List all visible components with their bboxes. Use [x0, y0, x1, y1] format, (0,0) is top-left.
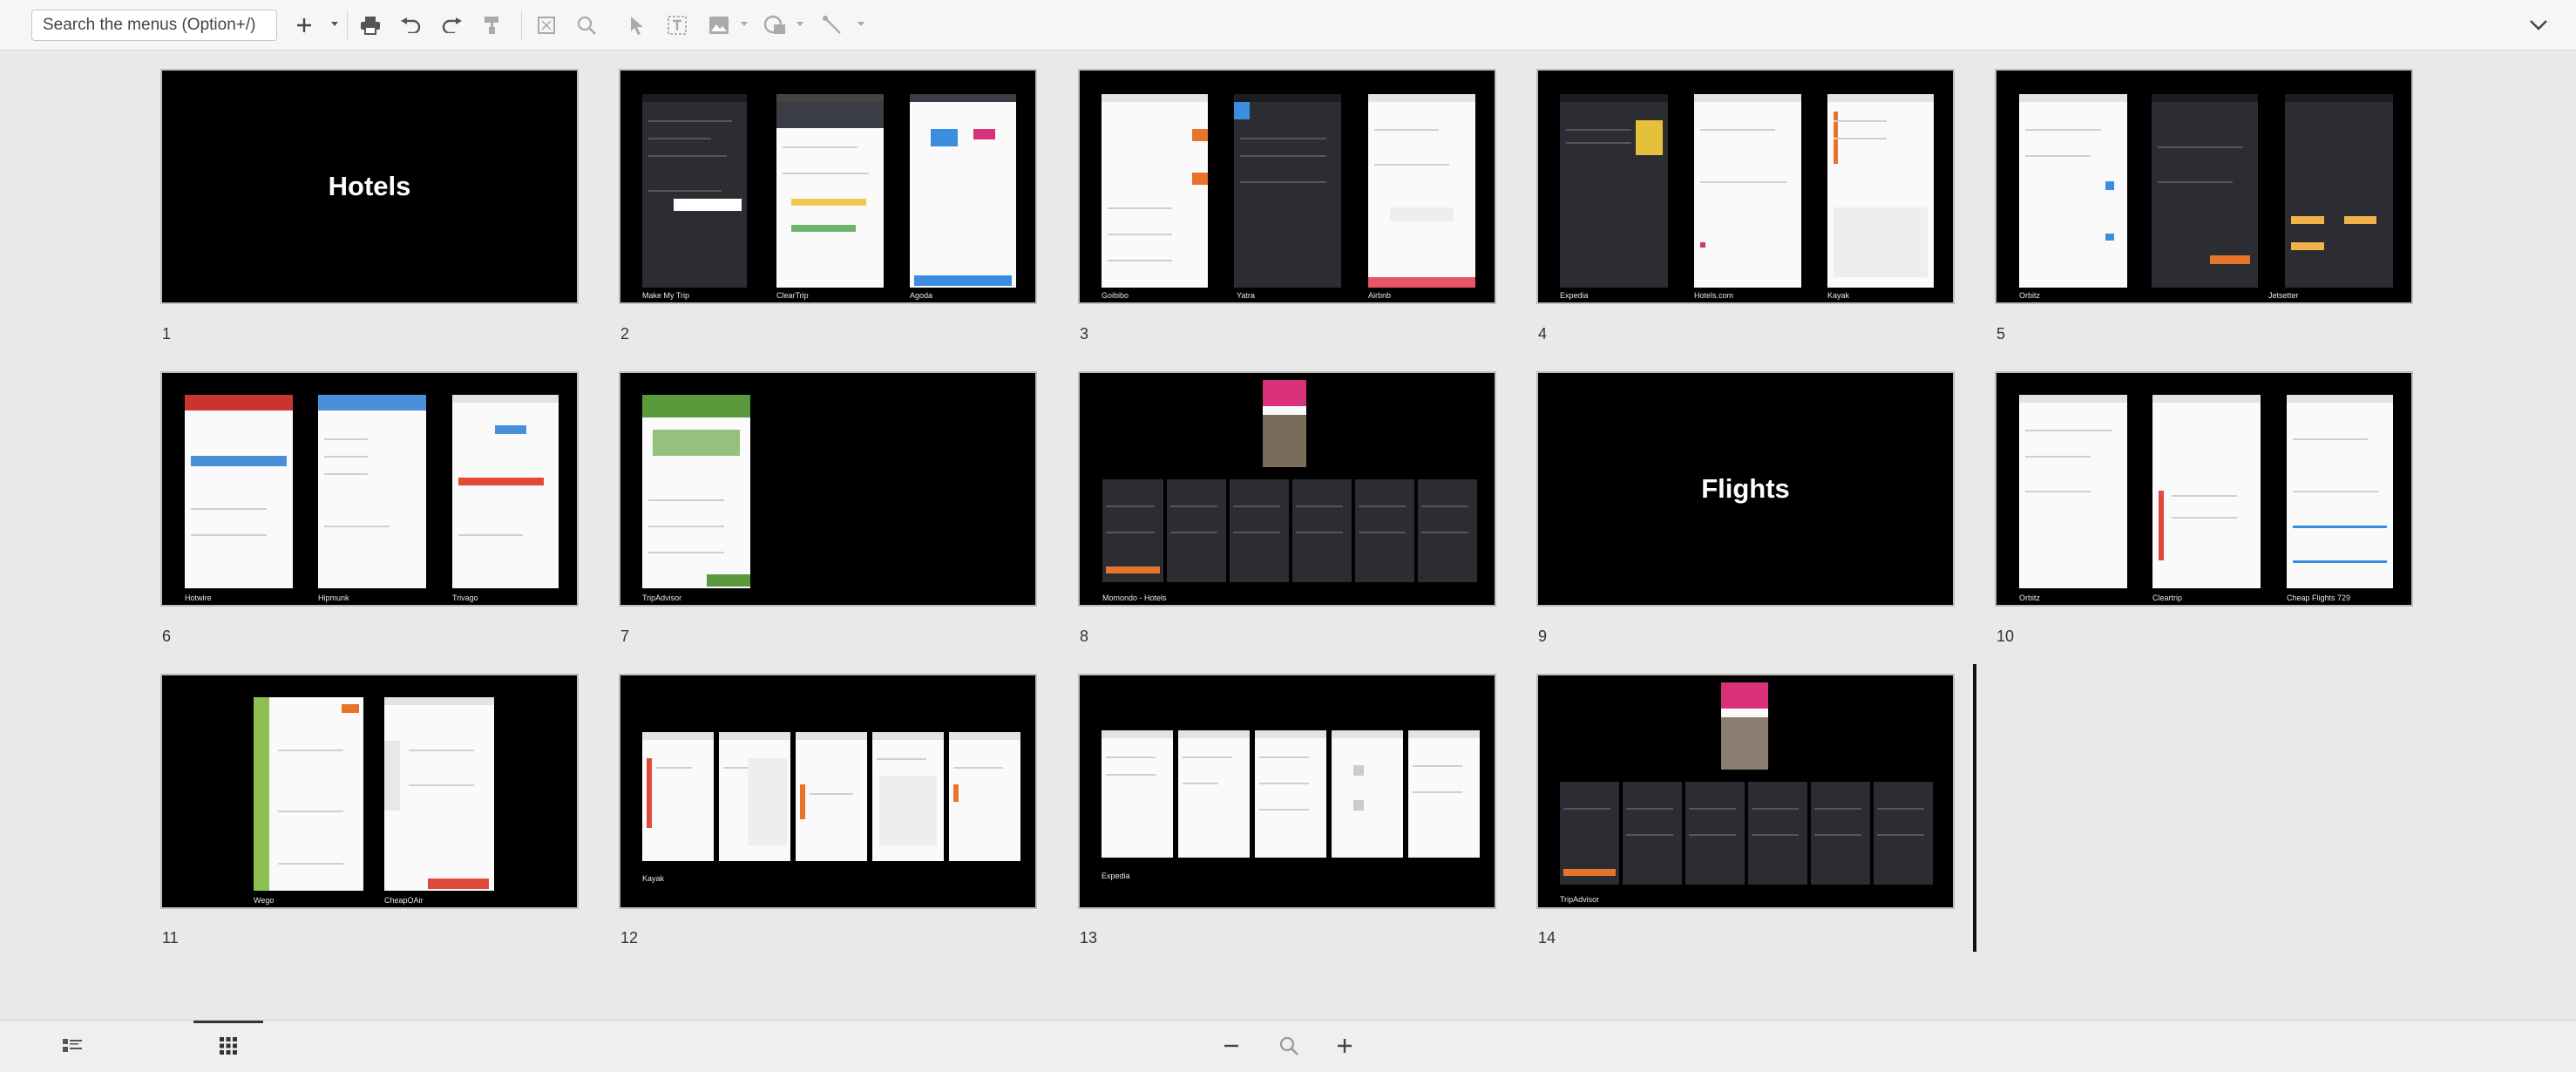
slide-thumbnail[interactable]: Hotwire Hipmunk Trivago [160, 371, 579, 607]
zoom-button[interactable] [572, 8, 601, 43]
slide-title: Flights [1701, 473, 1790, 504]
slide-thumbnail[interactable]: Orbitz Jetsetter [1995, 69, 2413, 304]
slide-caption: Orbitz [2019, 291, 2041, 300]
slide-number: 3 [1080, 325, 1089, 343]
slide-caption: Agoda [910, 291, 933, 300]
slide-caption: Cleartrip [2152, 594, 2183, 602]
slide-number: 5 [1996, 325, 2006, 343]
slide-thumbnail[interactable]: Make My Trip ClearTrip Agoda [619, 69, 1037, 304]
select-button[interactable] [622, 8, 652, 43]
undo-icon [401, 17, 421, 33]
slide-thumbnail[interactable]: Orbitz Cleartrip Cheap Flights 729 [1995, 371, 2413, 607]
slide-caption: Orbitz [2019, 594, 2041, 602]
image-icon [709, 17, 729, 34]
slide-caption: TripAdvisor [1560, 895, 1600, 904]
slide-caption: Momondo - Hotels [1102, 594, 1167, 602]
slide-title: Hotels [328, 171, 411, 201]
shape-icon [763, 15, 785, 34]
cursor-icon [631, 17, 643, 35]
line-icon [823, 16, 841, 34]
slide-caption: Jetsetter [2268, 291, 2299, 300]
slide-caption: Goibibo [1102, 291, 1129, 300]
slide-caption: Hotels.com [1694, 291, 1734, 300]
print-button[interactable] [356, 8, 385, 43]
slide-thumbnail[interactable]: Kayak [619, 674, 1037, 909]
slide-thumbnail[interactable]: Flights [1536, 371, 1955, 607]
paint-format-icon [485, 17, 498, 34]
collapse-toolbar-button[interactable] [2525, 12, 2552, 38]
zoom-fit-button[interactable] [532, 8, 561, 43]
slide-thumbnail[interactable]: Goibibo Yatra Airbnb [1078, 69, 1496, 304]
shape-dropdown-icon[interactable] [797, 22, 803, 26]
chevron-down-icon [2530, 20, 2547, 31]
minus-icon [1224, 1044, 1238, 1048]
new-slide-dropdown-icon[interactable] [331, 22, 338, 26]
slide-caption: ClearTrip [776, 291, 809, 300]
slide-number: 4 [1538, 325, 1548, 343]
text-box-icon [668, 16, 687, 35]
zoom-out-button[interactable] [1220, 1035, 1243, 1057]
slide-caption: Expedia [1560, 291, 1589, 300]
shape-button[interactable] [760, 8, 791, 43]
slide-thumbnail[interactable]: Expedia Hotels.com Kayak [1536, 69, 1955, 304]
redo-icon [442, 17, 462, 33]
slide-caption: TripAdvisor [642, 594, 682, 602]
redo-button[interactable] [437, 8, 467, 43]
slide-caption: Airbnb [1368, 291, 1392, 300]
fit-icon [538, 17, 555, 34]
insertion-cursor [1973, 664, 1976, 952]
line-dropdown-icon[interactable] [858, 22, 864, 26]
slide-number: 8 [1080, 628, 1089, 645]
bottom-bar [0, 1020, 2576, 1072]
new-slide-button[interactable] [288, 8, 321, 43]
plus-icon [297, 18, 311, 32]
slide-number: 11 [162, 929, 179, 946]
list-view-icon [63, 1039, 82, 1052]
slide-number: 14 [1538, 929, 1556, 946]
slide-number: 12 [620, 929, 639, 946]
filmstrip-view-button[interactable] [45, 1021, 99, 1071]
slide-caption: Make My Trip [642, 291, 690, 300]
slide-caption: Kayak [642, 874, 665, 883]
slide-caption: Yatra [1237, 291, 1255, 300]
slide-number: 2 [620, 325, 630, 343]
image-button[interactable] [704, 8, 734, 43]
slide-number: 6 [162, 628, 172, 645]
search-menus-input[interactable] [31, 10, 277, 41]
slide-caption: Cheap Flights 729 [2287, 594, 2351, 602]
slide-thumbnail[interactable]: Momondo - Hotels [1078, 371, 1496, 607]
zoom-level-button[interactable] [1278, 1035, 1300, 1057]
image-dropdown-icon[interactable] [741, 22, 748, 26]
slide-caption: CheapOAir [384, 896, 424, 905]
grid-view-icon [220, 1037, 237, 1055]
toolbar [0, 0, 2576, 51]
grid-view-button[interactable] [193, 1021, 263, 1071]
text-box-button[interactable] [662, 8, 692, 43]
line-button[interactable] [817, 8, 847, 43]
paint-format-button[interactable] [478, 8, 507, 43]
slide-grid: Hotels 1 Make My Trip ClearTrip Agoda 2 … [0, 51, 2576, 1020]
slide-caption: Expedia [1102, 872, 1130, 880]
slide-number: 1 [162, 325, 172, 343]
slide-thumbnail[interactable]: Hotels [160, 69, 579, 304]
slide-thumbnail[interactable]: TripAdvisor [619, 371, 1037, 607]
slide-caption: Trivago [452, 594, 478, 602]
plus-icon [1338, 1039, 1352, 1053]
slide-number: 7 [620, 628, 630, 645]
zoom-icon [577, 16, 596, 35]
print-icon [361, 17, 380, 35]
undo-button[interactable] [396, 8, 425, 43]
slide-number: 9 [1538, 628, 1548, 645]
slide-caption: Hipmunk [318, 594, 349, 602]
slide-thumbnail[interactable]: Wego CheapOAir [160, 674, 579, 909]
zoom-in-button[interactable] [1333, 1035, 1356, 1057]
slide-caption: Hotwire [185, 594, 212, 602]
slide-thumbnail[interactable]: Expedia [1078, 674, 1496, 909]
slide-number: 10 [1996, 628, 2015, 645]
slide-caption: Wego [254, 896, 275, 905]
slide-number: 13 [1080, 929, 1098, 946]
slide-thumbnail[interactable]: TripAdvisor [1536, 674, 1955, 909]
magnifier-icon [1279, 1036, 1298, 1055]
slide-caption: Kayak [1827, 291, 1850, 300]
